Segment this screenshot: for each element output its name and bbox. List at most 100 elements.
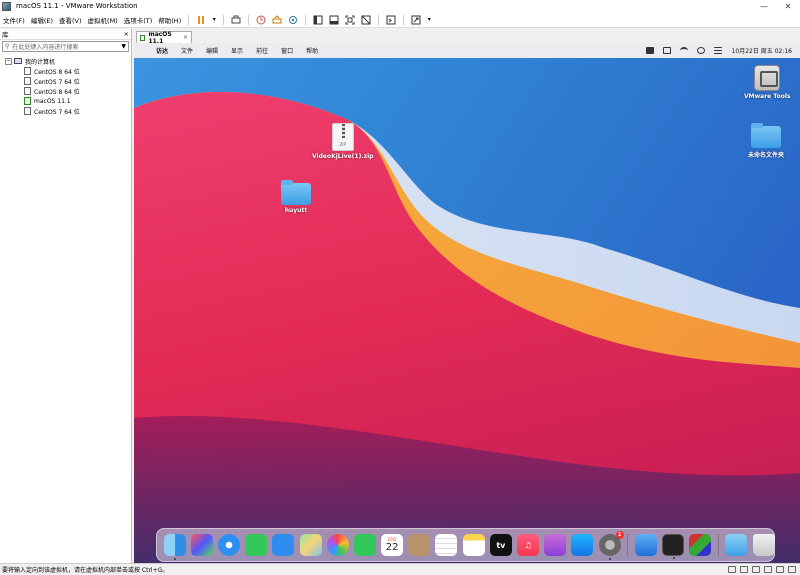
stretch-guest-button[interactable] xyxy=(410,14,422,26)
mac-menu-window[interactable]: 窗口 xyxy=(281,46,293,55)
pause-button[interactable] xyxy=(195,14,207,26)
dock-downloads-folder-icon[interactable] xyxy=(725,534,748,556)
library-title: 库 xyxy=(2,31,9,39)
dock-music-icon[interactable]: ♫ xyxy=(517,534,540,556)
tree-item-vm[interactable]: CentOS 8 64 位 xyxy=(0,86,131,96)
menu-view[interactable]: 查看(V) xyxy=(56,15,85,25)
dock-trash-icon[interactable] xyxy=(752,534,775,556)
tree-label: CentOS 8 64 位 xyxy=(34,68,80,76)
mac-menu-file[interactable]: 文件 xyxy=(181,46,193,55)
close-tab-button[interactable]: × xyxy=(183,34,188,41)
wifi-icon[interactable] xyxy=(679,47,688,54)
library-search-input[interactable]: ⚲ 在此处键入内容进行搜索 ▼ xyxy=(2,41,129,52)
tree-label: CentOS 8 64 位 xyxy=(34,88,80,96)
revert-snapshot-button[interactable] xyxy=(271,14,283,26)
search-icon[interactable] xyxy=(696,47,705,54)
collapse-icon[interactable]: − xyxy=(5,57,12,65)
dock-archive-utility-icon[interactable] xyxy=(689,534,712,556)
dock-calendar-icon[interactable]: 10月 22 xyxy=(381,534,404,556)
dock-contacts-icon[interactable] xyxy=(408,534,431,556)
sound-icon[interactable] xyxy=(776,566,784,573)
snapshot-button[interactable] xyxy=(255,14,267,26)
dock-safari-icon[interactable] xyxy=(217,534,240,556)
folder-icon xyxy=(751,123,781,148)
tree-item-vm[interactable]: macOS 11.1 xyxy=(0,96,131,106)
mac-menu-edit[interactable]: 编辑 xyxy=(206,46,218,55)
console-view-button[interactable] xyxy=(385,14,397,26)
menu-help[interactable]: 帮助(H) xyxy=(155,15,184,25)
close-window-button[interactable]: ✕ xyxy=(776,0,800,12)
dock-messages-icon[interactable] xyxy=(245,534,268,556)
stretch-dropdown-button[interactable]: ▾ xyxy=(426,14,432,26)
menu-tabs[interactable]: 选项卡(T) xyxy=(121,15,156,25)
chevron-down-icon[interactable]: ▼ xyxy=(121,43,126,50)
dock-tv-icon[interactable]: tv xyxy=(489,534,512,556)
tab-macos[interactable]: macOS 11.1 × xyxy=(136,31,192,45)
zip-file-icon: ZIP xyxy=(331,123,354,151)
mac-menu-help[interactable]: 帮助 xyxy=(306,46,318,55)
desktop-zip-file[interactable]: ZIP VideoKjLive(1).zip xyxy=(312,123,373,160)
unity-button[interactable] xyxy=(360,14,372,26)
tree-label: CentOS 7 64 位 xyxy=(34,78,80,86)
show-library-button[interactable] xyxy=(312,14,324,26)
fullscreen-button[interactable] xyxy=(344,14,356,26)
tree-item-vm[interactable]: CentOS 7 64 位 xyxy=(0,106,131,116)
menu-file[interactable]: 文件(F) xyxy=(0,15,28,25)
display-icon[interactable] xyxy=(788,566,796,573)
desktop-folder-huyutt[interactable]: huyutt xyxy=(281,180,311,214)
toolbar-divider xyxy=(403,14,405,25)
dock-reminders-icon[interactable] xyxy=(435,534,458,556)
dock-finder-icon[interactable] xyxy=(163,534,186,560)
tree-item-my-computer[interactable]: − 我的计算机 xyxy=(0,56,131,66)
desktop-vmware-tools[interactable]: VMware Tools xyxy=(744,65,791,100)
dock-facetime-icon[interactable] xyxy=(353,534,376,556)
desktop-unnamed-folder[interactable]: 未命名文件夹 xyxy=(748,123,784,159)
menubar-clock[interactable]: 10月22日 周五 02:16 xyxy=(732,46,792,55)
usb-icon[interactable] xyxy=(764,566,772,573)
pause-dropdown-button[interactable]: ▾ xyxy=(211,14,217,26)
library-search-placeholder: 在此处键入内容进行搜索 xyxy=(12,44,79,51)
dock-maps-icon[interactable] xyxy=(299,534,322,556)
vm-tabbar: macOS 11.1 × xyxy=(134,29,800,45)
dock-system-preferences-icon[interactable]: 1 xyxy=(598,531,624,560)
snapshot-manager-button[interactable] xyxy=(287,14,299,26)
tree-item-vm[interactable]: CentOS 7 64 位 xyxy=(0,76,131,86)
network-icon[interactable] xyxy=(752,566,760,573)
window-titlebar: macOS 11.1 - VMware Workstation — ✕ xyxy=(0,0,800,12)
vm-console[interactable]: 访达 文件 编辑 显示 前往 窗口 帮助 10月22日 周五 02:16 ZIP… xyxy=(134,43,800,563)
dock-launchpad-icon[interactable] xyxy=(190,534,213,556)
tree-label: macOS 11.1 xyxy=(34,97,71,105)
dock-terminal-icon[interactable] xyxy=(661,534,684,559)
dock-divider xyxy=(717,534,719,556)
running-indicator xyxy=(173,558,176,560)
desktop-wallpaper[interactable] xyxy=(134,58,800,563)
vm-icon xyxy=(24,77,31,85)
dock-podcasts-icon[interactable] xyxy=(544,534,567,556)
library-header: 库 × xyxy=(0,29,131,40)
vm-icon xyxy=(24,107,31,115)
mac-menu-finder[interactable]: 访达 xyxy=(156,46,168,55)
mac-menu-view[interactable]: 显示 xyxy=(231,46,243,55)
menu-edit[interactable]: 编辑(E) xyxy=(28,15,56,25)
library-close-button[interactable]: × xyxy=(124,30,129,38)
vmware-app-icon xyxy=(2,1,11,11)
dock-notes-icon[interactable] xyxy=(462,534,485,556)
dock-mail-icon[interactable] xyxy=(272,534,295,556)
thumbnail-bar-button[interactable] xyxy=(328,14,340,26)
control-center-icon[interactable] xyxy=(713,47,722,54)
menu-vm[interactable]: 虚拟机(M) xyxy=(85,15,121,25)
send-ctrl-alt-del-button[interactable] xyxy=(230,14,242,26)
dock-xcode-icon[interactable] xyxy=(634,534,657,556)
toolbar-divider xyxy=(248,14,250,25)
mac-menu-go[interactable]: 前往 xyxy=(256,46,268,55)
vmware-status-icon[interactable] xyxy=(645,47,654,54)
desktop-icon-label: VideoKjLive(1).zip xyxy=(312,153,374,160)
dock-app-store-icon[interactable] xyxy=(571,534,594,556)
hdd-icon[interactable] xyxy=(728,566,736,573)
cd-icon[interactable] xyxy=(740,566,748,573)
dock-photos-icon[interactable] xyxy=(326,534,349,556)
battery-icon[interactable] xyxy=(662,47,671,54)
tree-item-vm[interactable]: CentOS 8 64 位 xyxy=(0,66,131,76)
minimize-button[interactable]: — xyxy=(752,0,776,12)
keyboard-icon xyxy=(231,15,241,23)
